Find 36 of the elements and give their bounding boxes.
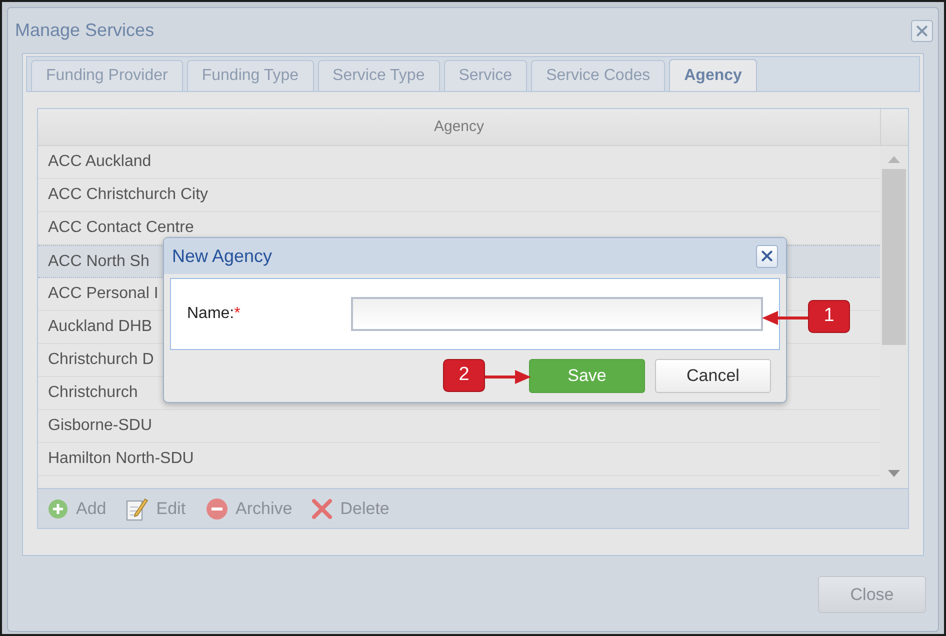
toolbar-button[interactable]: Edit — [126, 496, 186, 522]
pointer-arrow — [762, 309, 808, 327]
table-row[interactable]: ACC Auckland — [38, 146, 880, 179]
save-button[interactable]: Save — [529, 359, 645, 393]
scrollbar-thumb[interactable] — [882, 169, 906, 345]
close-icon — [916, 24, 928, 36]
toolbar-button[interactable]: Add — [48, 496, 106, 522]
scroll-down-icon[interactable] — [888, 470, 900, 477]
plus-circle-icon — [48, 498, 68, 518]
scroll-up-icon[interactable] — [888, 156, 900, 163]
tab[interactable]: Funding Type — [186, 60, 314, 91]
tab[interactable]: Service Codes — [531, 60, 666, 91]
pointer-arrow — [485, 368, 531, 386]
callout-badge: 1 — [808, 300, 850, 333]
toolbar-button[interactable]: Delete — [312, 496, 390, 522]
close-button[interactable]: Close — [818, 576, 926, 613]
required-mark: * — [234, 304, 240, 324]
callout-badge: 2 — [443, 359, 485, 392]
close-button[interactable] — [756, 244, 778, 268]
dialog-title: New Agency — [172, 244, 272, 268]
table-row[interactable]: Gisborne-SDU — [38, 410, 880, 443]
cross-icon — [312, 498, 332, 518]
minus-circle-icon — [206, 498, 228, 520]
tab[interactable]: Funding Provider — [31, 60, 183, 91]
close-icon — [761, 250, 773, 262]
window-title: Manage Services — [15, 19, 154, 42]
toolbar-button[interactable]: Archive — [206, 496, 292, 522]
tab[interactable]: Service — [444, 60, 528, 91]
tab[interactable]: Agency — [669, 59, 757, 91]
notepad-pencil-icon — [126, 496, 148, 520]
cancel-button[interactable]: Cancel — [655, 359, 771, 393]
name-input[interactable] — [351, 297, 763, 331]
field-label: Name: — [187, 304, 234, 324]
tab[interactable]: Service Type — [318, 60, 440, 91]
table-row[interactable]: Hamilton North-SDU — [38, 443, 880, 476]
table-row[interactable]: ACC Christchurch City — [38, 179, 880, 212]
